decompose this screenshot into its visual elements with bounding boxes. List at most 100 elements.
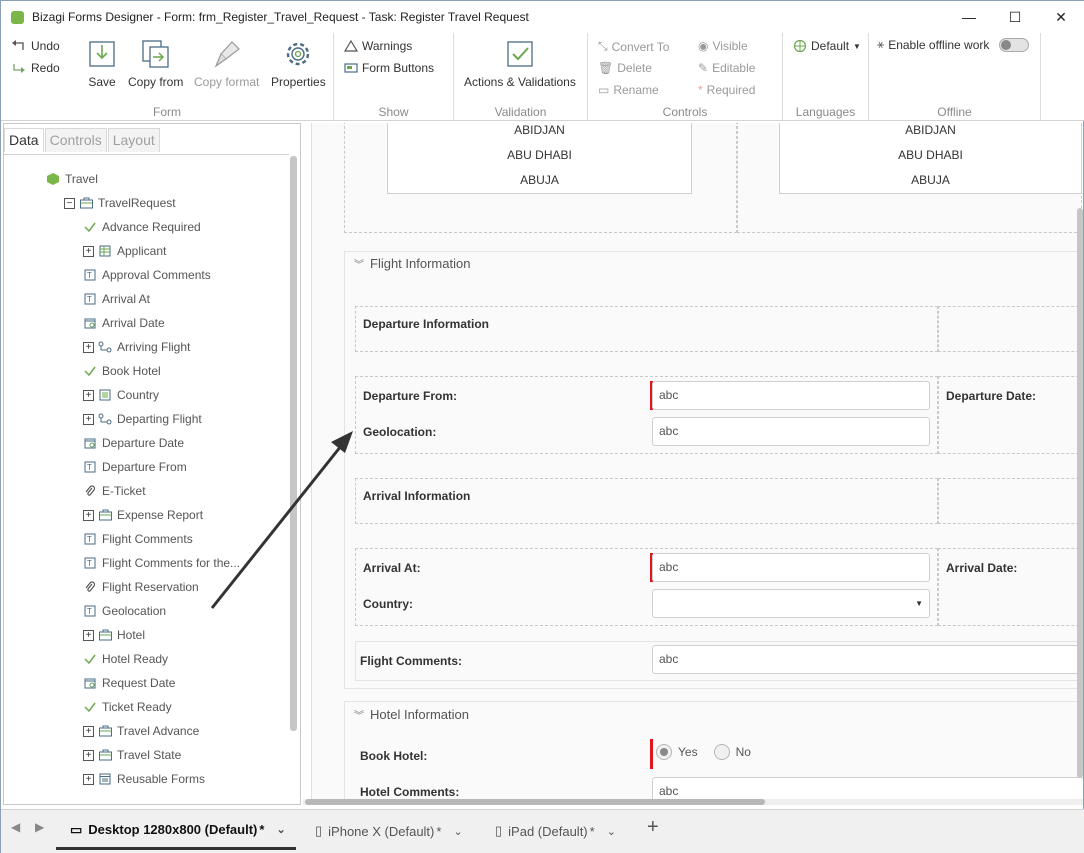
tab-controls[interactable]: Controls [44, 128, 107, 152]
tree-item[interactable]: T Approval Comments [83, 265, 211, 285]
form-buttons-button[interactable]: Form Buttons [344, 61, 434, 75]
ribbon-group-languages: Default ▼ Languages [783, 33, 869, 121]
radio-yes[interactable] [656, 744, 672, 760]
copy-format-button[interactable]: Copy format [194, 37, 259, 89]
tree-item[interactable]: Book Hotel [83, 361, 161, 381]
copy-from-button[interactable]: Copy from [128, 37, 183, 89]
tree-item[interactable]: E-Ticket [83, 481, 146, 501]
tree-item[interactable]: + Travel Advance [83, 721, 199, 741]
tab-layout[interactable]: Layout [107, 128, 160, 152]
city-list-left[interactable]: ABIDJAN ABU DHABI ABUJA [387, 123, 692, 194]
list-item[interactable]: ABUJA [780, 168, 1081, 193]
canvas-horizontal-scrollbar[interactable] [303, 799, 1083, 805]
list-item[interactable]: ABU DHABI [780, 143, 1081, 168]
city-list-right[interactable]: ABIDJAN ABU DHABI ABUJA [779, 123, 1082, 194]
radio-no[interactable] [713, 744, 730, 760]
save-button[interactable]: Save [87, 37, 117, 89]
tree-item[interactable]: Flight Reservation [83, 577, 199, 597]
list-item[interactable]: ABUJA [388, 168, 691, 193]
list-item[interactable]: ABIDJAN [780, 123, 1081, 143]
expand-icon[interactable]: + [83, 389, 94, 401]
maximize-button[interactable]: ☐ [1005, 7, 1025, 27]
expand-icon[interactable]: + [83, 341, 94, 353]
tree-item[interactable]: T Flight Comments for the... [83, 553, 240, 573]
collapse-icon[interactable]: − [64, 197, 75, 209]
tree-item[interactable]: Departure Date [83, 433, 184, 453]
tree-item[interactable]: T Departure From [83, 457, 187, 477]
tree-item[interactable]: + Reusable Forms [83, 769, 205, 789]
tree-item[interactable]: Advance Required [83, 217, 201, 237]
book-hotel-label: Book Hotel: [360, 749, 428, 763]
country-select[interactable]: ▼ [652, 589, 930, 618]
delete-button[interactable]: 🗑 Delete [598, 61, 652, 75]
rename-button[interactable]: ▭ Rename [598, 83, 659, 97]
scroll-right-icon[interactable]: ▶ [35, 820, 44, 834]
tree-item[interactable]: + Expense Report [83, 505, 203, 525]
undo-button[interactable]: Undo [11, 39, 60, 53]
tree-item[interactable]: T Flight Comments [83, 529, 193, 549]
tree-item[interactable]: T Geolocation [83, 601, 166, 621]
list-item[interactable]: ABU DHABI [388, 143, 691, 168]
tree-item[interactable]: + Hotel [83, 625, 145, 645]
device-ipad-label: iPad (Default) [508, 823, 588, 839]
chevron-down-icon[interactable]: ⌄ [453, 825, 462, 838]
chevron-down-icon[interactable]: ⌄ [276, 823, 285, 836]
canvas-vertical-scrollbar[interactable] [1077, 208, 1083, 778]
close-button[interactable]: ✕ [1051, 7, 1071, 27]
convert-to-button[interactable]: ⤡ Convert To [598, 39, 669, 54]
tree-item[interactable]: Request Date [83, 673, 175, 693]
scroll-thumb[interactable] [305, 799, 765, 805]
hotel-information-header[interactable]: ︾ Hotel Information [352, 707, 469, 722]
tree-item[interactable]: Hotel Ready [83, 649, 168, 669]
language-dropdown[interactable]: Default ▼ [793, 39, 861, 53]
tree-item[interactable]: Arrival Date [83, 313, 165, 333]
add-device-button[interactable]: + [647, 816, 659, 839]
tab-data[interactable]: Data [4, 128, 44, 152]
offline-toggle[interactable]: ⚹ Enable offline work [877, 37, 1030, 52]
arrival-at-input[interactable]: abc [652, 553, 930, 582]
tree-item[interactable]: + Arriving Flight [83, 337, 190, 357]
geolocation-input[interactable]: abc [652, 417, 930, 446]
tree-item-label: Arriving Flight [117, 340, 191, 354]
minimize-button[interactable]: — [959, 7, 979, 27]
visible-label: Visible [712, 39, 748, 53]
expand-icon[interactable]: + [83, 413, 94, 425]
expand-icon[interactable]: + [83, 749, 94, 761]
visible-button[interactable]: ◉ Visible [698, 39, 748, 53]
properties-button[interactable]: Properties [271, 37, 326, 89]
device-tab-desktop[interactable]: ▭ Desktop 1280x800 (Default) * ⌄ [56, 812, 296, 850]
tree-item[interactable]: + Applicant [83, 241, 166, 261]
list-item[interactable]: ABIDJAN [388, 123, 691, 143]
device-tab-ipad[interactable]: ▯ iPad (Default) * ⌄ [481, 812, 631, 850]
relation-icon [98, 340, 112, 354]
redo-button[interactable]: Redo [11, 61, 60, 75]
expand-icon[interactable]: + [83, 629, 94, 641]
tree-root-travel[interactable]: Travel [46, 169, 98, 189]
departure-from-input[interactable]: abc [652, 381, 930, 410]
scroll-left-icon[interactable]: ◀ [11, 820, 20, 834]
tree-entity-travelrequest[interactable]: − TravelRequest [64, 193, 176, 213]
tree-scrollbar[interactable] [290, 156, 297, 731]
expand-icon[interactable]: + [83, 773, 94, 785]
flight-comments-input[interactable]: abc [652, 645, 1083, 674]
expand-icon[interactable]: + [83, 725, 94, 737]
actions-validations-button[interactable]: Actions & Validations [464, 37, 576, 89]
editable-button[interactable]: ✎ Editable [698, 61, 755, 75]
radio-no-label: No [735, 745, 751, 759]
arrival-info-cell-right [938, 478, 1083, 524]
warnings-button[interactable]: Warnings [344, 39, 412, 53]
expand-icon[interactable]: + [83, 245, 94, 257]
tree-item[interactable]: T Arrival At [83, 289, 150, 309]
toggle-switch[interactable] [999, 37, 1030, 52]
tree-item[interactable]: Ticket Ready [83, 697, 172, 717]
required-button[interactable]: * Required [698, 83, 755, 97]
tree-item[interactable]: + Country [83, 385, 159, 405]
chevron-down-icon[interactable]: ⌄ [607, 825, 616, 838]
tree-item[interactable]: + Travel State [83, 745, 181, 765]
arrival-date-label: Arrival Date: [946, 561, 1018, 575]
check-icon [83, 220, 97, 234]
device-tab-iphone[interactable]: ▯ iPhone X (Default) * ⌄ [301, 812, 476, 850]
properties-label: Properties [271, 75, 326, 89]
tree-item[interactable]: + Departing Flight [83, 409, 202, 429]
expand-icon[interactable]: + [83, 509, 94, 521]
